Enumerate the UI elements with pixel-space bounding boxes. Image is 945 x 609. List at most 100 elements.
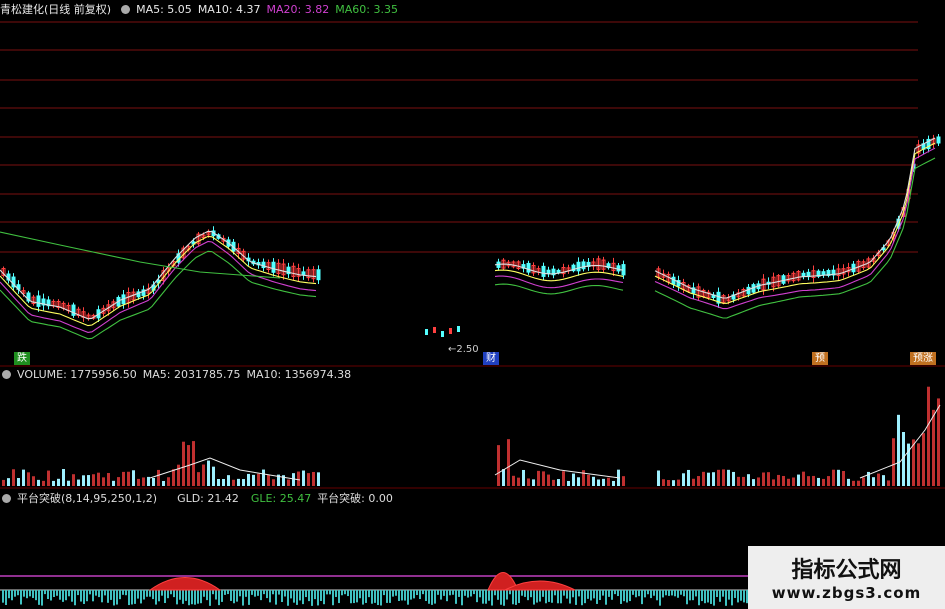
ma60-label: MA60: 3.35 [335,3,398,16]
indicator-bar-103 [311,590,313,606]
indicator-bar-85 [257,590,259,596]
indicator-bar-225 [677,590,679,598]
indicator-name: 平台突破(8,14,95,250,1,2) [17,492,158,505]
volume-bar-126 [837,469,840,486]
volume-bar-127 [842,471,845,486]
indicator-bar-25 [77,590,79,596]
indicator-bar-128 [386,590,388,603]
watermark-url: www.zbgs3.com [771,584,922,602]
volume-bar-78 [567,480,570,486]
indicator-bar-54 [164,590,166,604]
indicator-bar-102 [308,590,310,602]
break-label: 平台突破: 0.00 [317,492,393,505]
tag-forecast[interactable]: 预 [812,352,828,365]
volume-bar-62 [312,471,315,486]
indicator-bar-0 [2,590,4,603]
indicator-bar-134 [404,590,406,601]
indicator-bar-44 [134,590,136,604]
volume-bar-46 [232,479,235,486]
volume-bar-39 [197,472,200,486]
tag-limit-up[interactable]: 预涨 [910,352,936,365]
volume-bar-0 [2,479,5,486]
candle-body-54 [271,261,276,273]
indicator-bar-125 [377,590,379,606]
volume-bar-2 [12,469,15,486]
volume-bar-30 [152,478,155,486]
indicator-bar-120 [362,590,364,605]
indicator-bar-89 [269,590,271,603]
tag-finance[interactable]: 财 [483,352,499,365]
volume-bar-133 [872,477,875,486]
volume-settings-icon[interactable] [2,370,11,379]
volume-bar-16 [82,475,85,486]
indicator-bar-116 [350,590,352,604]
volume-bar-118 [797,474,800,486]
volume-bar-99 [702,471,705,486]
indicator-bar-156 [470,590,472,597]
volume-bar-40 [202,464,205,486]
candle-body-115 [781,275,786,284]
volume-bar-100 [707,472,710,486]
indicator-bar-150 [452,590,454,595]
indicator-bar-159 [479,590,481,598]
indicator-bar-158 [476,590,478,603]
indicator-bar-86 [260,590,262,601]
indicator-bar-143 [431,590,433,605]
indicator-bar-11 [35,590,37,601]
indicator-bar-132 [398,590,400,601]
low-candle-4 [457,326,460,332]
indicator-bar-195 [587,590,589,599]
volume-bar-106 [737,476,740,486]
indicator-bar-244 [734,590,736,598]
stock-chart[interactable]: ←2.50 [0,0,945,609]
settings-icon[interactable] [121,5,131,14]
volume-bar-28 [142,477,145,486]
indicator-bar-157 [473,590,475,595]
indicator-bar-221 [665,590,667,596]
indicator-bar-175 [527,590,529,601]
volume-bar-41 [207,460,210,486]
indicator-bar-50 [152,590,154,600]
indicator-bar-109 [329,590,331,595]
indicator-bar-88 [266,590,268,599]
low-price-marker: ←2.50 [448,344,479,355]
indicator-bar-220 [662,590,664,598]
gld-label: GLD: 21.42 [177,492,239,505]
volume-bar-89 [622,476,625,486]
indicator-bar-4 [14,590,16,597]
volume-bar-110 [757,477,760,486]
volume-bar-138 [897,414,900,486]
volume-bar-59 [297,471,300,486]
candle-body-119 [801,272,806,277]
volume-bar-117 [792,477,795,486]
volume-bar-136 [887,480,890,486]
indicator-bar-227 [683,590,685,597]
indicator-bar-188 [566,590,568,599]
indicator-bar-145 [437,590,439,595]
indicator-bar-74 [224,590,226,595]
indicator-bar-187 [563,590,565,596]
candle-body-74 [546,269,551,275]
volume-bar-90 [657,470,660,486]
indicator-bar-114 [344,590,346,595]
indicator-bar-237 [713,590,715,606]
indicator-bar-129 [389,590,391,603]
indicator-bar-207 [623,590,625,602]
indicator-bar-68 [206,590,208,601]
indicator-bar-119 [359,590,361,599]
indicator-settings-icon[interactable] [2,494,11,503]
indicator-bar-93 [281,590,283,603]
volume-bar-57 [287,479,290,486]
volume-bar-96 [687,469,690,486]
indicator-bar-201 [605,590,607,605]
tag-fall[interactable]: 跌 [14,352,30,365]
volume-bar-45 [227,475,230,486]
indicator-bar-84 [254,590,256,597]
indicator-bar-40 [122,590,124,595]
indicator-bar-80 [242,590,244,606]
ma60-line-seg-1 [494,283,624,295]
watermark-title: 指标公式网 [791,558,902,583]
volume-bar-13 [67,480,70,486]
indicator-bar-179 [539,590,541,602]
volume-bar-135 [882,475,885,486]
